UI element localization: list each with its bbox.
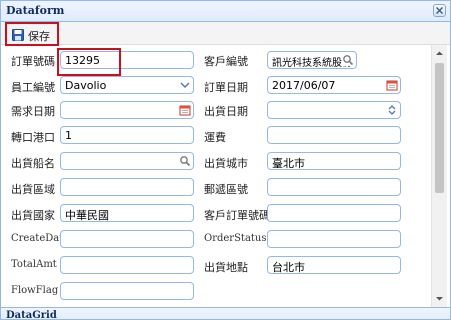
employee-no-select[interactable]: Davolio: [60, 76, 194, 94]
total-amt-field[interactable]: [60, 256, 194, 274]
ship-address-field[interactable]: 台北市: [267, 256, 401, 274]
port-field[interactable]: 1: [60, 126, 194, 144]
flow-flag-field[interactable]: [60, 282, 194, 300]
search-icon[interactable]: [179, 155, 191, 167]
employee-no-value: Davolio: [65, 79, 107, 92]
order-status-label: OrderStatus: [204, 233, 267, 244]
ship-country-label: 出貨國家: [11, 209, 55, 222]
freight-label: 運費: [204, 131, 226, 144]
shipped-date-label: 出貨日期: [204, 105, 248, 118]
scroll-down-icon[interactable]: [435, 294, 444, 303]
ship-city-value: 臺北市: [272, 157, 305, 170]
ship-region-label: 出貨區域: [11, 183, 55, 196]
order-date-field[interactable]: 2017/06/07: [267, 76, 401, 94]
ship-country-field[interactable]: 中華民國: [60, 204, 194, 222]
form-area: 訂單號碼 13295 客戶編號 訊光科技系統股份 員工編號 Davolio 訂單…: [1, 45, 431, 307]
customer-no-value: 訊光科技系統股份: [272, 58, 352, 69]
postal-code-label: 郵遞區號: [204, 183, 248, 196]
total-amt-label: TotalAmt: [11, 259, 57, 270]
order-date-label: 訂單日期: [204, 81, 248, 94]
ship-country-value: 中華民國: [65, 209, 109, 222]
flow-flag-label: FlowFlag: [11, 285, 59, 296]
order-date-value: 2017/06/07: [272, 79, 336, 92]
toolbar: 保存: [1, 22, 450, 46]
ship-city-field[interactable]: 臺北市: [267, 152, 401, 170]
window-title: Dataform: [6, 4, 65, 17]
ship-address-label: 出貨地點: [204, 261, 248, 274]
port-label: 轉口港口: [11, 131, 55, 144]
ship-name-field[interactable]: [60, 152, 194, 170]
ship-address-value: 台北市: [272, 261, 305, 274]
employee-no-label: 員工編號: [11, 81, 55, 94]
ship-city-label: 出貨城市: [204, 157, 248, 170]
postal-code-field[interactable]: [267, 178, 401, 196]
datagrid-panel-header: DataGrid: [1, 307, 450, 320]
scroll-up-icon[interactable]: [435, 49, 444, 58]
customer-order-no-field[interactable]: [267, 204, 401, 222]
order-no-label: 訂單號碼: [11, 55, 55, 68]
port-value: 1: [65, 129, 72, 142]
close-icon: [436, 7, 443, 14]
required-date-label: 需求日期: [11, 105, 55, 118]
ship-region-field[interactable]: [60, 178, 194, 196]
spinner-icon[interactable]: [386, 104, 398, 116]
save-button-label: 保存: [28, 30, 50, 43]
create-date-field[interactable]: [60, 230, 194, 248]
freight-field[interactable]: [267, 126, 401, 144]
search-icon[interactable]: [342, 54, 354, 66]
calendar-icon[interactable]: [386, 79, 398, 91]
dataform-window: Dataform 保存 訂單號碼 13295 客戶編號 訊光科技系統股份 員工編…: [0, 0, 451, 320]
close-button[interactable]: [433, 4, 446, 17]
datagrid-title: DataGrid: [6, 310, 57, 320]
ship-name-label: 出貨船名: [11, 157, 55, 170]
floppy-disk-icon: [12, 29, 24, 41]
save-button[interactable]: 保存: [5, 22, 59, 46]
required-date-field[interactable]: [60, 101, 194, 119]
window-titlebar: Dataform: [1, 1, 450, 22]
scrollbar-thumb[interactable]: [435, 63, 444, 193]
order-no-value: 13295: [65, 54, 100, 67]
shipped-date-spinner[interactable]: [267, 101, 401, 119]
order-no-field[interactable]: 13295: [60, 51, 194, 69]
customer-order-no-label: 客戶訂單號碼: [204, 209, 270, 222]
customer-no-label: 客戶編號: [204, 55, 248, 68]
chevron-down-icon[interactable]: [179, 79, 191, 91]
calendar-icon[interactable]: [179, 104, 191, 116]
customer-no-field[interactable]: 訊光科技系統股份: [267, 51, 357, 69]
order-status-field[interactable]: [267, 230, 401, 248]
vertical-scrollbar[interactable]: [431, 45, 447, 307]
